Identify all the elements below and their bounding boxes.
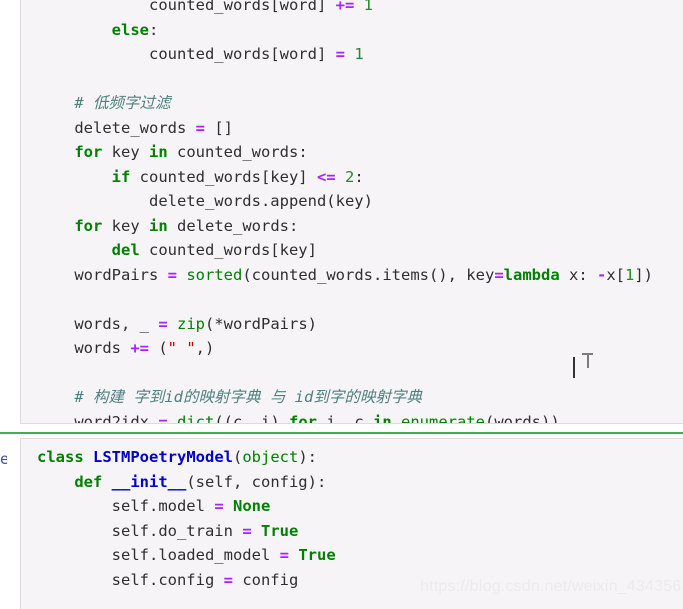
code-line: for key in counted_words: — [74, 143, 308, 161]
csdn-watermark: https://blog.csdn.net/weixin_43435675 — [420, 578, 683, 595]
code-line: word2idx = dict((c, i) for i, c in enume… — [37, 412, 560, 424]
section-divider — [0, 432, 683, 434]
code-line: for key in delete_words: — [74, 216, 299, 235]
text-caret — [573, 357, 575, 378]
code-line: del counted_words[key] — [111, 241, 317, 259]
i-beam-cursor-icon — [582, 352, 594, 370]
code-line: words, _ = zip(*wordPairs) — [37, 314, 317, 333]
code-line: def __init__(self, config): — [74, 472, 327, 491]
code-line: counted_words[word] = 1 — [37, 45, 364, 63]
code-line: counted_words[word] += 1 — [37, 0, 373, 14]
code-line: self.model = None — [37, 497, 271, 515]
i-beam-stem — [587, 354, 589, 368]
gutter-clipped-glyph: e — [0, 452, 7, 466]
code-line-comment: # 低频字过滤 — [74, 94, 171, 112]
code-line: delete_words = [] — [37, 118, 233, 137]
code-line: wordPairs = sorted(counted_words.items()… — [37, 265, 654, 284]
code-line-comment: # 构建 字到id的映射字典 与 id到字的映射字典 — [74, 388, 422, 406]
code-line: self.do_train = True — [37, 521, 299, 540]
code-line: delete_words.append(key) — [37, 192, 373, 210]
code-line: self.loaded_model = True — [37, 546, 336, 564]
code-line: if counted_words[key] <= 2: — [111, 167, 364, 186]
code-line: else: — [111, 20, 159, 39]
code-line: class LSTMPoetryModel(object): — [37, 448, 318, 466]
code-screenshot-page: counted_words[word] += 1 else: counted_w… — [0, 0, 683, 609]
